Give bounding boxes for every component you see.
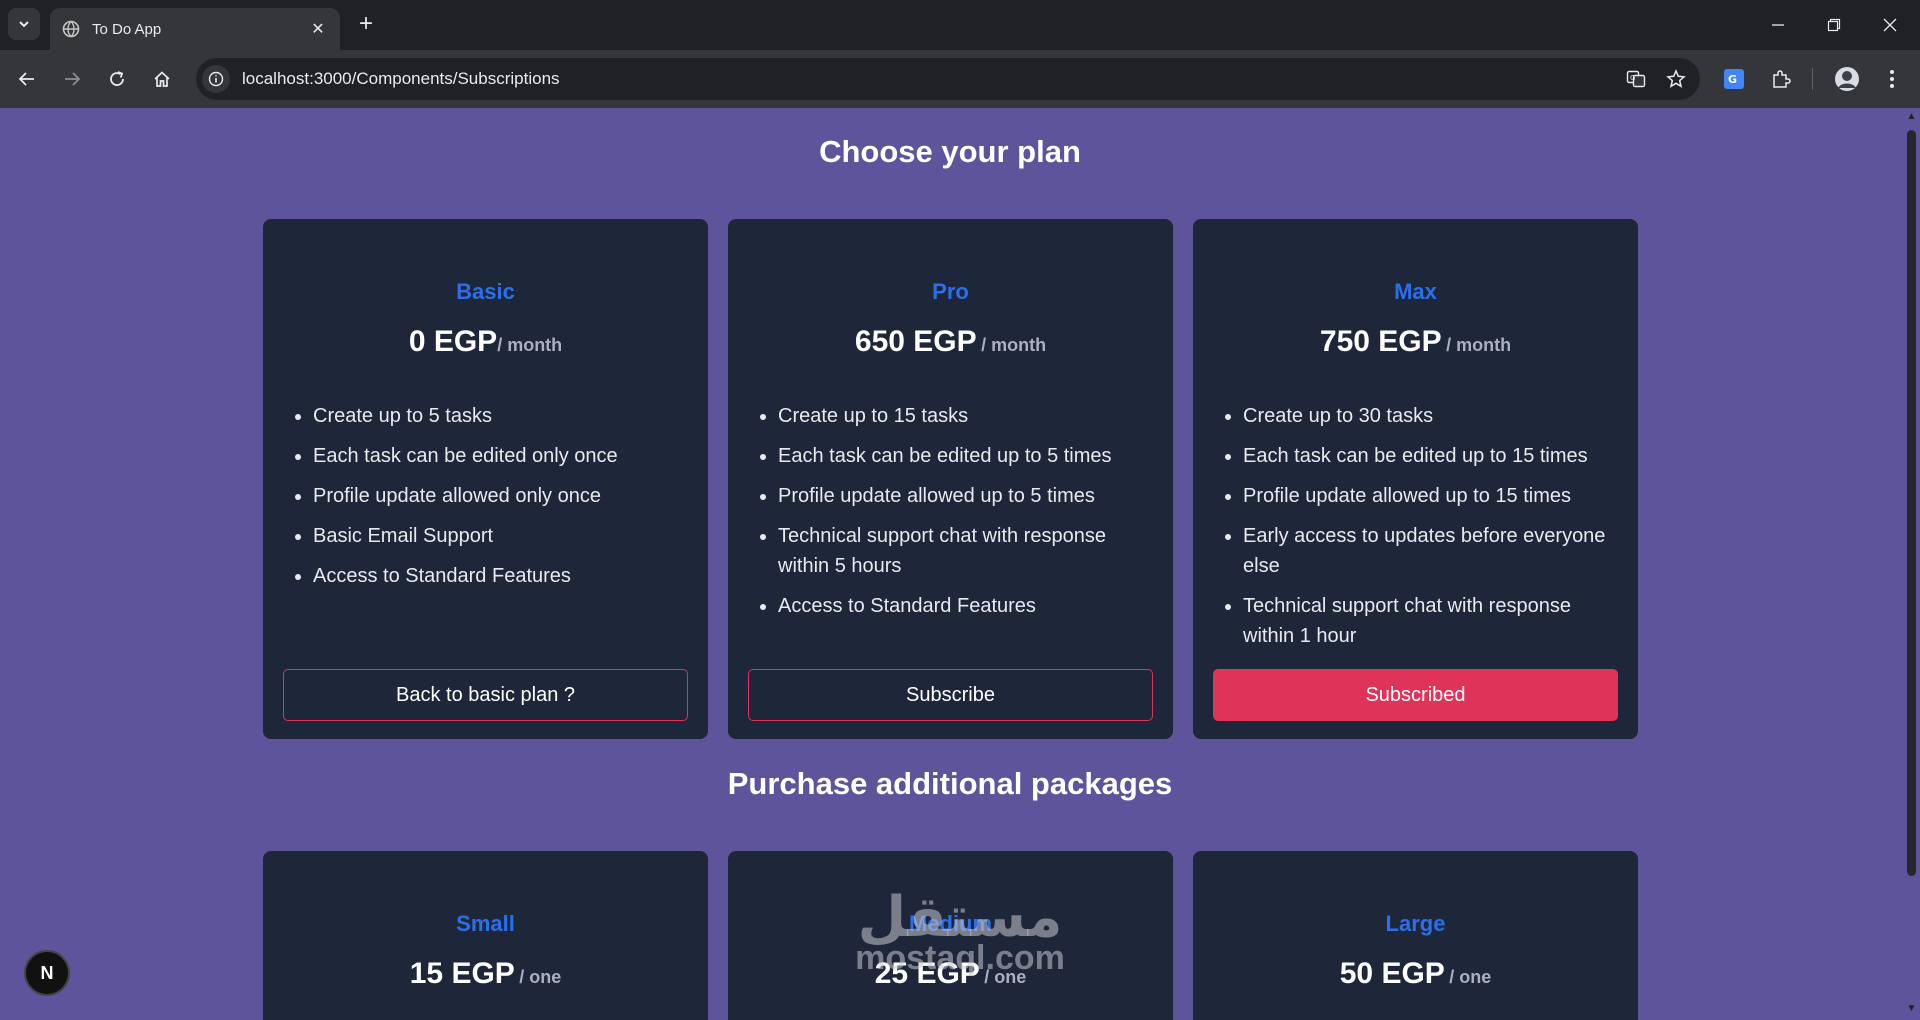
page-scrollbar[interactable]: ▲ ▼: [1903, 108, 1920, 1020]
close-icon: [1883, 18, 1897, 32]
plan-card-basic: Basic 0 EGP/ month Create up to 5 tasks …: [263, 219, 708, 739]
svg-text:G: G: [1630, 74, 1635, 82]
packages-section-title: Purchase additional packages: [727, 766, 1173, 801]
plan-features-list: Create up to 5 tasks Each task can be ed…: [295, 401, 683, 601]
home-icon: [154, 71, 170, 87]
plan-name: Basic: [456, 279, 515, 304]
svg-text:G: G: [1728, 73, 1737, 86]
restore-button[interactable]: [1806, 0, 1862, 50]
plan-price-period: / month: [1446, 335, 1512, 355]
address-bar[interactable]: localhost:3000/Components/Subscriptions …: [196, 58, 1700, 100]
package-price-amount: 15 EGP: [409, 957, 515, 990]
back-to-basic-button[interactable]: Back to basic plan ?: [283, 669, 688, 721]
watermark-latin: mostaql.com: [855, 939, 1065, 977]
minimize-icon: [1772, 24, 1784, 26]
translate-icon[interactable]: G: [1620, 63, 1652, 95]
extensions-puzzle-icon[interactable]: [1765, 63, 1797, 95]
plan-feature: Profile update allowed up to 15 times: [1225, 481, 1613, 511]
restore-icon: [1827, 18, 1841, 32]
plan-feature: Each task can be edited up to 5 times: [760, 441, 1148, 471]
toolbar-separator: [1812, 68, 1813, 90]
package-price-period: / one: [519, 967, 562, 987]
new-tab-button[interactable]: +: [352, 10, 380, 38]
arrow-right-icon: [65, 72, 81, 86]
plan-feature: Each task can be edited only once: [295, 441, 683, 471]
browser-tab[interactable]: To Do App ✕: [50, 8, 340, 50]
package-price-period: / one: [1449, 967, 1492, 987]
url-text[interactable]: localhost:3000/Components/Subscriptions: [242, 69, 1620, 89]
package-price-amount: 50 EGP: [1339, 957, 1445, 990]
plan-name: Pro: [932, 279, 969, 304]
tab-search-button[interactable]: [8, 8, 40, 40]
plan-feature: Early access to updates before everyone …: [1225, 521, 1613, 581]
plan-price-period: / month: [981, 335, 1047, 355]
tab-title: To Do App: [92, 20, 162, 38]
watermark-logo: مستقل mostaql.com: [845, 888, 1075, 977]
plan-feature: Technical support chat with response wit…: [760, 521, 1148, 581]
plan-price-amount: 0 EGP: [408, 325, 498, 358]
page-content: Choose your plan Basic 0 EGP/ month Crea…: [0, 108, 1920, 1020]
plans-section-title: Choose your plan: [819, 134, 1081, 169]
subscribe-button[interactable]: Subscribe: [748, 669, 1153, 721]
package-card-small: Small 15 EGP / one: [263, 851, 708, 1020]
arrow-left-icon: [18, 72, 34, 86]
plan-price-period: / month: [497, 335, 563, 355]
plan-price: 650 EGP / month: [728, 325, 1173, 359]
subscribed-button[interactable]: Subscribed: [1213, 669, 1618, 721]
plan-feature: Basic Email Support: [295, 521, 683, 551]
plan-price-amount: 750 EGP: [1319, 325, 1442, 358]
package-price: 50 EGP / one: [1193, 957, 1638, 991]
plan-feature: Profile update allowed only once: [295, 481, 683, 511]
scrollbar-thumb[interactable]: [1907, 130, 1916, 876]
reload-button[interactable]: [101, 63, 133, 95]
scroll-down-arrow-icon[interactable]: ▼: [1906, 1004, 1917, 1014]
plan-price: 750 EGP / month: [1193, 325, 1638, 359]
back-button[interactable]: [11, 63, 43, 95]
plan-feature: Create up to 5 tasks: [295, 401, 683, 431]
plan-feature: Technical support chat with response wit…: [1225, 591, 1613, 651]
close-window-button[interactable]: [1862, 0, 1918, 50]
plan-feature: Access to Standard Features: [295, 561, 683, 591]
package-name: Small: [456, 911, 515, 936]
minimize-button[interactable]: [1750, 0, 1806, 50]
plan-features-list: Create up to 15 tasks Each task can be e…: [760, 401, 1148, 631]
bookmark-star-icon[interactable]: [1660, 63, 1692, 95]
nextjs-dev-badge[interactable]: N: [24, 950, 70, 996]
tab-strip: To Do App ✕ +: [0, 0, 1920, 50]
plan-features-list: Create up to 30 tasks Each task can be e…: [1225, 401, 1613, 661]
globe-icon: [62, 20, 80, 38]
plan-name: Max: [1394, 279, 1437, 304]
plan-feature: Profile update allowed up to 5 times: [760, 481, 1148, 511]
chevron-down-icon: [19, 21, 29, 28]
home-button[interactable]: [146, 63, 178, 95]
plan-price-amount: 650 EGP: [854, 325, 977, 358]
plan-card-max: Max 750 EGP / month Create up to 30 task…: [1193, 219, 1638, 739]
scroll-up-arrow-icon[interactable]: ▲: [1906, 112, 1917, 122]
site-info-icon[interactable]: [202, 65, 230, 93]
forward-button[interactable]: [56, 63, 88, 95]
package-card-large: Large 50 EGP / one: [1193, 851, 1638, 1020]
google-translate-extension-icon[interactable]: G: [1718, 63, 1750, 95]
plan-feature: Access to Standard Features: [760, 591, 1148, 621]
browser-menu-icon[interactable]: [1876, 63, 1908, 95]
plan-card-pro: Pro 650 EGP / month Create up to 15 task…: [728, 219, 1173, 739]
plan-feature: Each task can be edited up to 15 times: [1225, 441, 1613, 471]
package-name: Large: [1385, 911, 1446, 936]
reload-icon: [110, 71, 124, 86]
package-price: 15 EGP / one: [263, 957, 708, 991]
profile-avatar[interactable]: [1831, 63, 1863, 95]
plan-price: 0 EGP/ month: [263, 325, 708, 359]
plan-feature: Create up to 30 tasks: [1225, 401, 1613, 431]
tab-close-icon[interactable]: ✕: [308, 19, 328, 39]
plan-feature: Create up to 15 tasks: [760, 401, 1148, 431]
